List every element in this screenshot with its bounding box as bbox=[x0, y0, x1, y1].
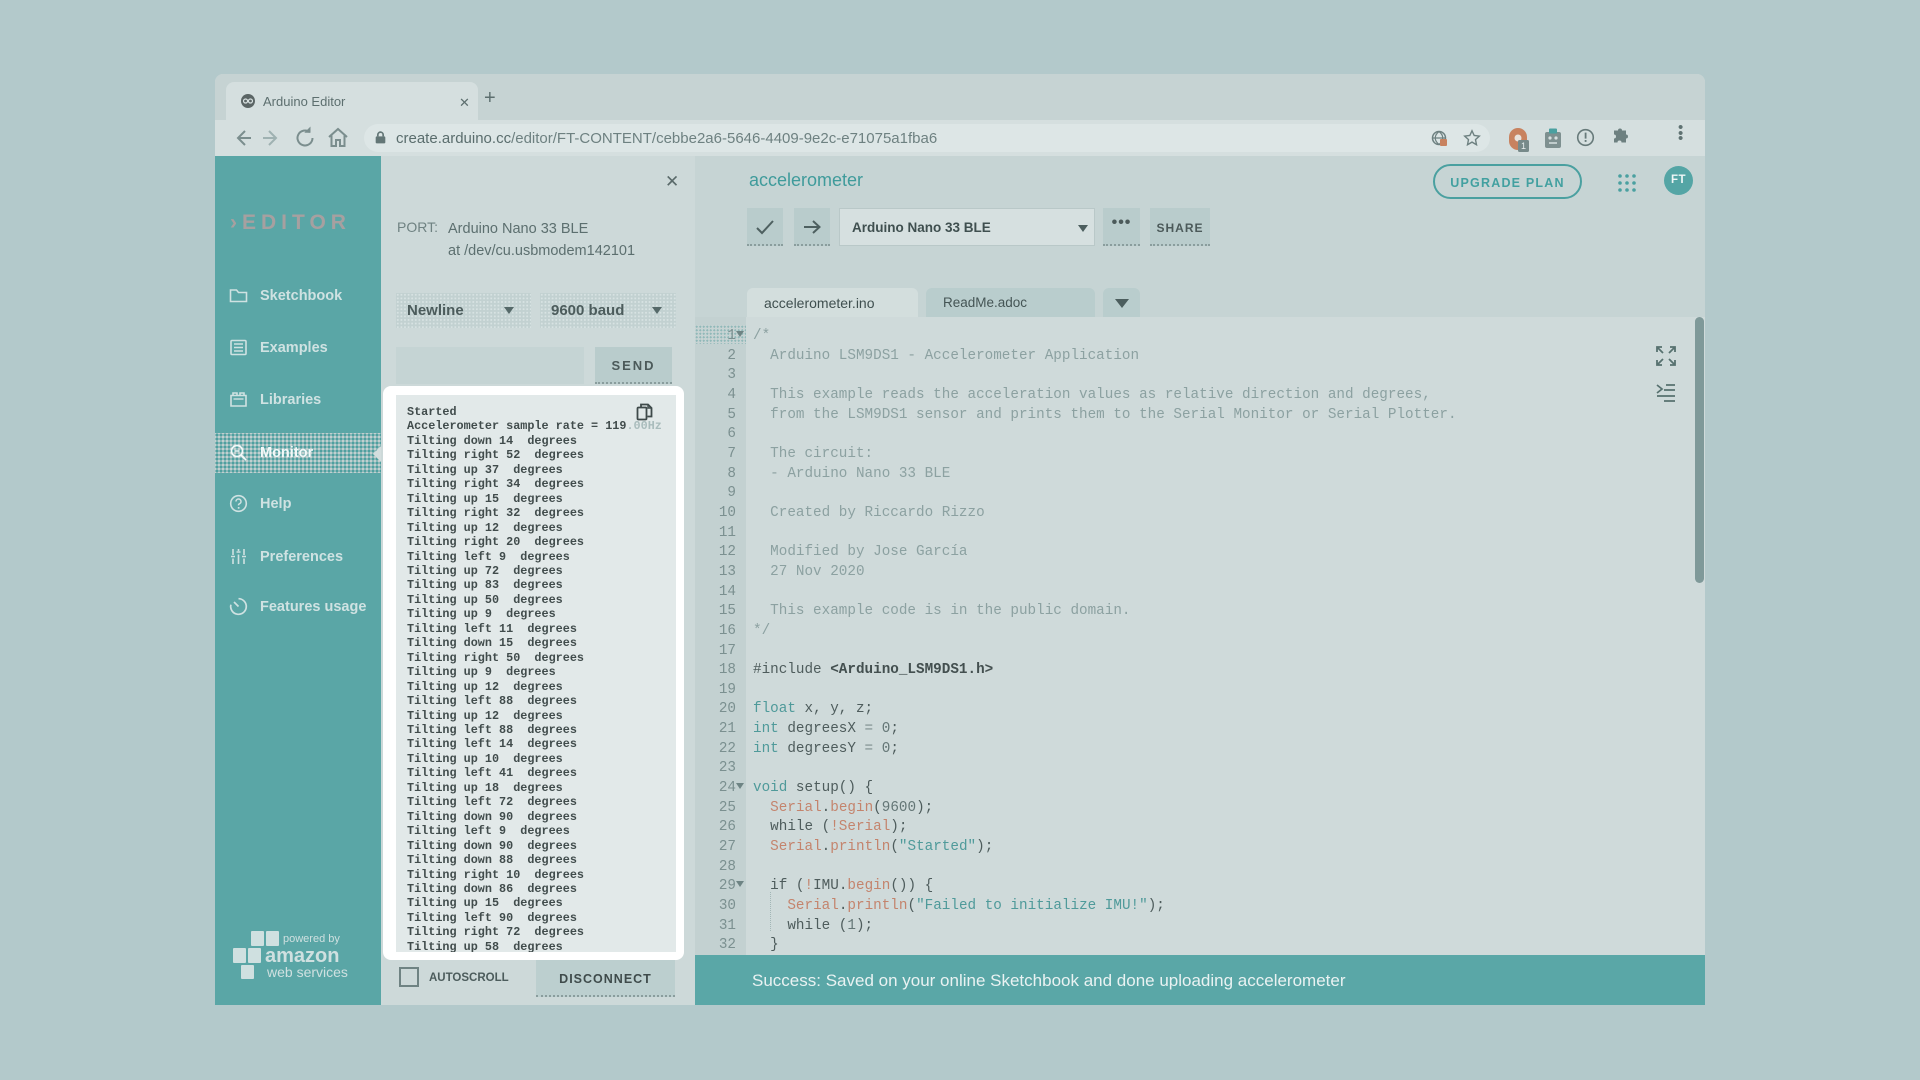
svg-text:1: 1 bbox=[1521, 141, 1526, 151]
svg-text:powered by: powered by bbox=[283, 933, 340, 945]
svg-text:web services: web services bbox=[266, 964, 348, 980]
